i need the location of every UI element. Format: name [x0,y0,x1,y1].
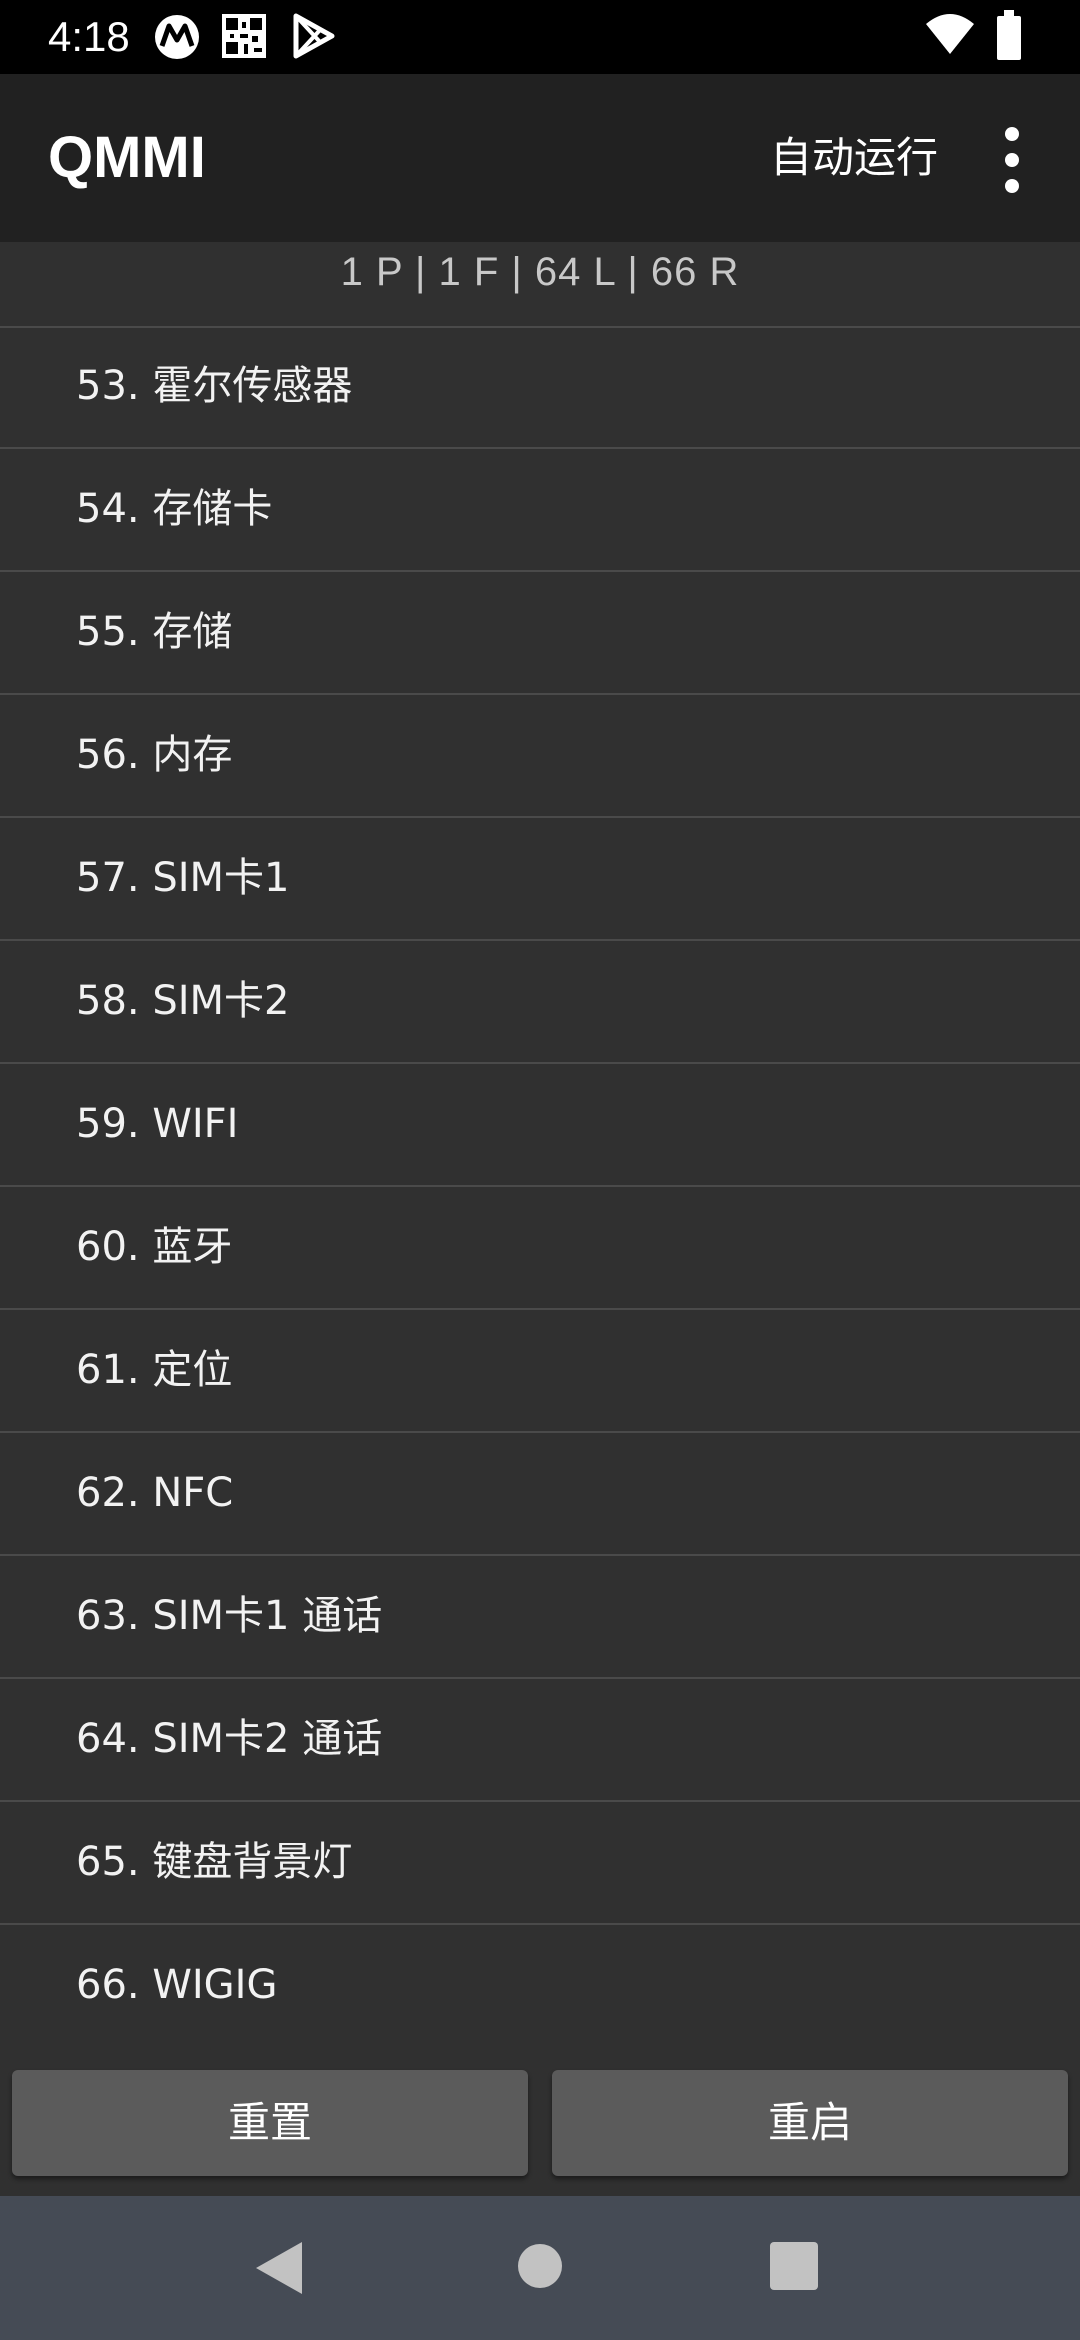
list-item-label: 66. WIGIG [76,1962,278,2008]
list-item[interactable]: 60. 蓝牙 [0,1187,1080,1310]
list-item-label: 54. 存储卡 [76,486,273,532]
list-item[interactable]: 54. 存储卡 [0,449,1080,572]
app-title: QMMI [48,125,206,190]
list-item[interactable]: 62. NFC [0,1433,1080,1556]
list-item[interactable]: 55. 存储 [0,572,1080,695]
list-item[interactable]: 53. 霍尔传感器 [0,326,1080,449]
list-item-label: 58. SIM卡2 [76,978,290,1024]
list-item-label: 63. SIM卡1 通话 [76,1593,383,1639]
list-item-label: 55. 存储 [76,609,233,655]
test-summary: 1 P | 1 F | 64 L | 66 R [0,242,1080,328]
list-item-label: 57. SIM卡1 [76,855,290,901]
list-item[interactable]: 58. SIM卡2 [0,941,1080,1064]
battery-icon [997,10,1021,60]
restart-button[interactable]: 重启 [552,2070,1068,2176]
list-item[interactable]: 65. 键盘背景灯 [0,1802,1080,1925]
list-item-label: 60. 蓝牙 [76,1224,233,1270]
list-item-label: 59. WIFI [76,1101,239,1147]
more-vert-icon[interactable] [990,120,1034,200]
navigation-bar [0,2196,1080,2340]
list-item[interactable]: 66. WIGIG [0,1925,1080,2046]
back-icon[interactable] [256,2242,302,2294]
status-bar: 4:18 [0,0,1080,74]
motorola-icon [155,15,199,59]
list-item-label: 62. NFC [76,1470,234,1516]
list-item[interactable]: 61. 定位 [0,1310,1080,1433]
list-item-label: 56. 内存 [76,732,233,778]
list-item-label: 53. 霍尔传感器 [76,363,353,409]
list-item-label: 61. 定位 [76,1347,233,1393]
status-time: 4:18 [48,13,130,60]
list-item-label: 65. 键盘背景灯 [76,1839,353,1885]
reset-button[interactable]: 重置 [12,2070,528,2176]
app-bar: QMMI 自动运行 [0,74,1080,242]
list-item-label: 64. SIM卡2 通话 [76,1716,383,1762]
recents-icon[interactable] [770,2242,818,2290]
test-list: 53. 霍尔传感器 54. 存储卡 55. 存储 56. 内存 57. SIM卡… [0,326,1080,2046]
qr-code-icon [222,14,266,58]
list-item[interactable]: 56. 内存 [0,695,1080,818]
list-item[interactable]: 59. WIFI [0,1064,1080,1187]
wifi-icon [926,14,974,54]
home-icon[interactable] [518,2244,562,2288]
list-item[interactable]: 63. SIM卡1 通话 [0,1556,1080,1679]
list-item[interactable]: 64. SIM卡2 通话 [0,1679,1080,1802]
auto-run-button[interactable]: 自动运行 [770,126,938,190]
play-store-icon [293,13,335,59]
list-item[interactable]: 57. SIM卡1 [0,818,1080,941]
